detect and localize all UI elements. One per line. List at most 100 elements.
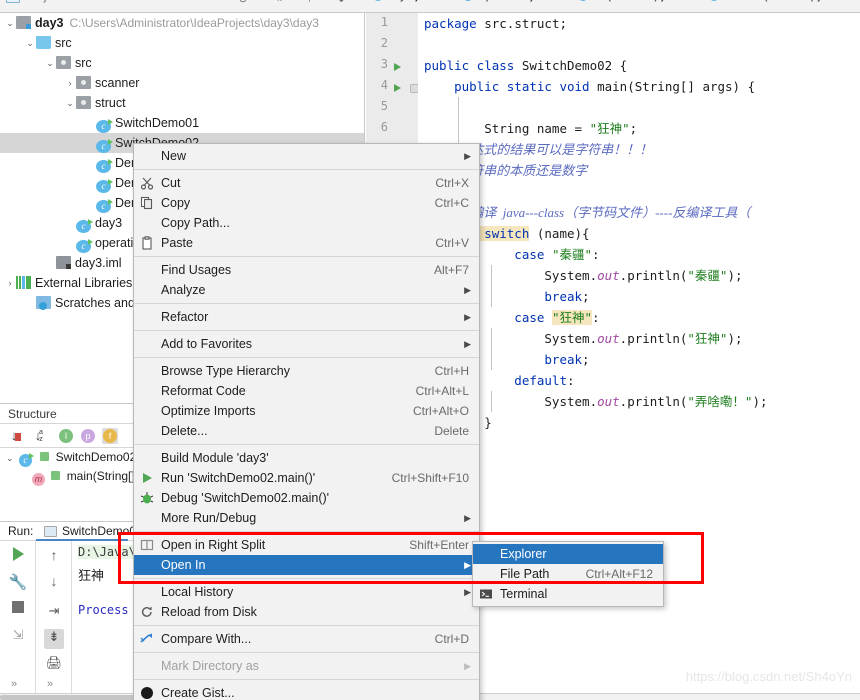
menu-item-label: New — [161, 149, 187, 163]
tree-item-label: day3 — [35, 16, 64, 30]
menu-item[interactable]: Paste Ctrl+V — [134, 233, 479, 253]
run-toolbar-right[interactable]: ↑ ↓ ⇥ ⇟ 🖨 » — [36, 541, 72, 700]
menu-separator — [134, 679, 479, 680]
project-icon — [6, 0, 20, 3]
soft-wrap-icon[interactable]: ⇥ — [44, 603, 64, 623]
print-icon[interactable]: 🖨 — [44, 655, 64, 675]
tree-item-label: src — [55, 36, 72, 50]
sort-by-visibility-icon[interactable]: ↓ — [6, 428, 22, 444]
menu-item[interactable]: Copy Path... — [134, 213, 479, 233]
menu-item[interactable]: Add to Favorites ▶ — [134, 334, 479, 354]
blue-folder-icon — [36, 36, 51, 49]
structure-panel-title: Structure — [0, 404, 135, 424]
menu-item-label: Terminal — [500, 587, 548, 601]
run-panel-tab[interactable]: SwitchDemo02 — [62, 524, 143, 538]
chevron-right-icon[interactable]: › — [64, 73, 76, 93]
run-gutter-icon[interactable] — [394, 63, 401, 71]
console-line: 狂神 — [78, 568, 105, 583]
menu-item[interactable]: Compare With... Ctrl+D — [134, 629, 479, 649]
menu-item[interactable]: Browse Type Hierarchy Ctrl+H — [134, 361, 479, 381]
tree-item[interactable]: ⌄ src — [0, 53, 364, 73]
menu-item[interactable]: Explorer — [473, 544, 663, 564]
chevron-down-icon[interactable]: ⌄ — [4, 13, 16, 33]
menu-item-shortcut: Ctrl+X — [435, 176, 469, 190]
tree-item[interactable]: c SwitchDemo01 — [0, 113, 364, 133]
copy-icon — [140, 196, 154, 210]
run-icon[interactable] — [8, 547, 28, 567]
menu-item[interactable]: Reformat Code Ctrl+Alt+L — [134, 381, 479, 401]
code-token: "狂神" — [589, 121, 630, 136]
menu-item[interactable]: More Run/Debug ▶ — [134, 508, 479, 528]
tree-item-label: struct — [95, 96, 126, 110]
submenu-arrow-icon: ▶ — [464, 339, 471, 349]
code-token: : — [567, 373, 575, 388]
code-token: ; — [629, 121, 638, 136]
dump-threads-icon[interactable]: ⇲ — [8, 627, 28, 647]
line-number: 4 — [380, 78, 388, 92]
run-gutter-icon[interactable] — [394, 84, 401, 92]
menu-item[interactable]: File Path Ctrl+Alt+F12 — [473, 564, 663, 584]
close-icon[interactable]: × — [557, 0, 563, 2]
menu-item-label: Compare With... — [161, 632, 252, 646]
code-token: src.struct; — [476, 16, 567, 31]
menu-item-label: Explorer — [500, 547, 547, 561]
run-toolbar-left[interactable]: 🔧 ⇲ » — [0, 541, 36, 700]
menu-item[interactable]: Cut Ctrl+X — [134, 173, 479, 193]
package-folder-icon — [76, 96, 91, 109]
github-icon — [140, 686, 154, 700]
menu-item[interactable]: Open In ▶ — [134, 555, 479, 575]
submenu-arrow-icon: ▶ — [464, 661, 471, 671]
menu-item[interactable]: Refactor ▶ — [134, 307, 479, 327]
scroll-to-end-icon[interactable]: ⇟ — [44, 629, 64, 649]
editor-tab[interactable]: day3.java × — [369, 0, 455, 4]
package-folder-icon — [56, 56, 71, 69]
tree-item[interactable]: › scanner — [0, 73, 364, 93]
stop-icon[interactable] — [8, 601, 28, 621]
menu-item[interactable]: Find Usages Alt+F7 — [134, 260, 479, 280]
menu-item[interactable]: Terminal — [473, 584, 663, 604]
menu-item[interactable]: Reload from Disk — [134, 602, 479, 622]
menu-item[interactable]: Optimize Imports Ctrl+Alt+O — [134, 401, 479, 421]
menu-item[interactable]: Run 'SwitchDemo02.main()' Ctrl+Shift+F10 — [134, 468, 479, 488]
project-panel-toolbar[interactable]: ⊙ ⇥ ⤒ ⬇ — [238, 0, 357, 6]
menu-item[interactable]: Analyze ▶ — [134, 280, 479, 300]
editor-tab[interactable]: Operation.java × — [459, 0, 571, 4]
open-in-submenu[interactable]: Explorer File Path Ctrl+Alt+F12 Terminal — [472, 541, 664, 607]
menu-item[interactable]: Delete... Delete — [134, 421, 479, 441]
structure-item-class[interactable]: ⌄ c SwitchDemo02 — [0, 448, 135, 467]
show-fields-icon[interactable]: f — [102, 428, 118, 444]
structure-item-label: SwitchDemo02 — [55, 450, 135, 464]
structure-toolbar[interactable]: ↓ ↓ a z I p f — [0, 424, 135, 448]
chevron-down-icon[interactable]: ▾ — [62, 0, 67, 3]
menu-item[interactable]: Open in Right Split Shift+Enter — [134, 535, 479, 555]
sort-alphabetically-icon[interactable]: ↓ a z — [30, 428, 46, 444]
context-menu[interactable]: New ▶ Cut Ctrl+X Copy Ctrl+C Copy Path... Paste… — [133, 143, 480, 700]
java-class-icon: c — [96, 139, 113, 153]
code-token: "秦疆" — [551, 247, 592, 262]
menu-item[interactable]: Copy Ctrl+C — [134, 193, 479, 213]
chevron-down-icon[interactable]: ⌄ — [24, 33, 36, 53]
editor-tab-label: src(Demo0?).java — [592, 0, 683, 2]
show-properties-icon[interactable]: p — [80, 428, 96, 444]
structure-item-method[interactable]: m main(String[]) — [0, 467, 135, 486]
menu-item[interactable]: New ▶ — [134, 146, 479, 166]
down-arrow-icon[interactable]: ↓ — [44, 573, 64, 593]
show-inherited-icon[interactable]: I — [58, 428, 74, 444]
tree-item[interactable]: ⌄ day3 C:\Users\Administrator\IdeaProjects… — [0, 13, 364, 33]
menu-item[interactable]: Local History ▶ — [134, 582, 479, 602]
close-icon[interactable]: × — [688, 0, 694, 2]
close-icon[interactable]: × — [442, 0, 448, 2]
rerun-icon[interactable]: 🔧 — [8, 573, 28, 593]
editor-tab[interactable]: scanner(Demo0?).java — [705, 0, 847, 4]
chevron-right-icon[interactable]: › — [4, 273, 16, 293]
editor-tab[interactable]: src(Demo0?).java × — [574, 0, 702, 4]
chevron-down-icon[interactable]: ⌄ — [64, 93, 76, 113]
menu-item[interactable]: Create Gist... — [134, 683, 479, 700]
menu-separator — [134, 330, 479, 331]
tree-item[interactable]: ⌄ struct — [0, 93, 364, 113]
tree-item[interactable]: ⌄ src — [0, 33, 364, 53]
menu-item[interactable]: Build Module 'day3' — [134, 448, 479, 468]
menu-item[interactable]: Debug 'SwitchDemo02.main()' — [134, 488, 479, 508]
up-arrow-icon[interactable]: ↑ — [44, 547, 64, 567]
chevron-down-icon[interactable]: ⌄ — [44, 53, 56, 73]
